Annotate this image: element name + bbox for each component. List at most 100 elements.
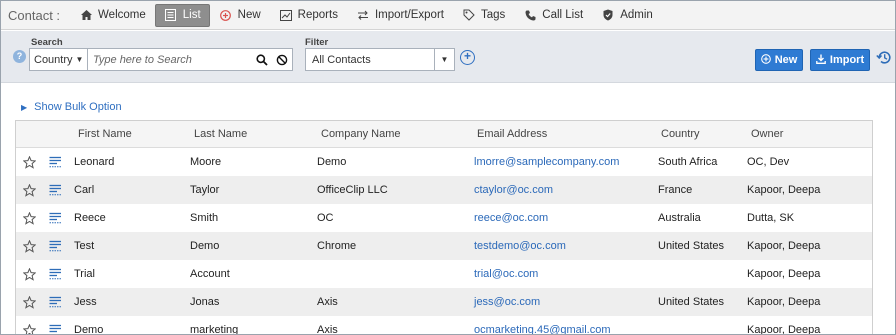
new-contact-button[interactable]: New [755, 49, 803, 71]
cell-country: United States [658, 240, 725, 252]
cell-country: United States [658, 296, 725, 308]
cell-email-address[interactable]: ctaylor@oc.com [474, 176, 553, 204]
nav-welcome-label: Welcome [98, 9, 146, 21]
column-header-first-name[interactable]: First Name [78, 121, 132, 147]
cell-company-name: OC [317, 212, 334, 224]
plus-circle-icon [219, 9, 233, 21]
cell-first-name: Reece [74, 212, 106, 224]
cell-company-name: Demo [317, 156, 347, 168]
nav-call-list[interactable]: Call List [514, 4, 592, 27]
nav-list-label: List [182, 9, 201, 21]
bulk-option-label: Show Bulk Option [34, 101, 122, 113]
cell-email-address[interactable]: ocmarketing.45@gmail.com [474, 316, 611, 334]
details-icon[interactable] [48, 176, 62, 204]
cell-email-address[interactable]: trial@oc.com [474, 260, 538, 288]
nav-list[interactable]: List [154, 3, 210, 27]
cell-first-name: Carl [74, 184, 95, 196]
caret-down-icon: ▼ [75, 55, 84, 64]
table-row[interactable]: Carl Taylor OfficeClip LLC ctaylor@oc.com Fr… [16, 176, 872, 204]
plus-circle-icon [760, 53, 771, 67]
cell-company-name: Chrome [317, 240, 357, 252]
filter-select[interactable]: All Contacts ▼ [305, 48, 455, 71]
cell-country: South Africa [658, 156, 718, 168]
module-title: Contact : [8, 7, 61, 23]
cell-owner: Kapoor, Deepa [747, 296, 821, 308]
star-icon[interactable] [22, 288, 36, 316]
star-icon[interactable] [22, 176, 36, 204]
table-row[interactable]: Trial Account trial@oc.com Kapoor, Deepa [16, 260, 872, 288]
clear-search-icon[interactable] [272, 54, 292, 66]
column-header-company-name[interactable]: Company Name [321, 121, 400, 147]
star-icon[interactable] [22, 260, 36, 288]
contact-list-window: Contact : Welcome List New Reports Impor… [0, 0, 896, 335]
caret-down-icon: ▼ [434, 49, 454, 70]
table-header-row: First Name Last Name Company Name Email … [16, 121, 872, 148]
cell-company-name: Axis [317, 324, 338, 335]
nav-import-export[interactable]: Import/Export [347, 4, 453, 27]
details-icon[interactable] [48, 148, 62, 176]
add-filter-icon[interactable]: + [460, 50, 475, 65]
details-icon[interactable] [48, 232, 62, 260]
nav-new[interactable]: New [210, 4, 270, 27]
shield-icon [601, 9, 615, 21]
nav-tags-label: Tags [480, 9, 506, 21]
cell-last-name: Demo [190, 240, 220, 252]
cell-first-name: Leonard [74, 156, 115, 168]
star-icon[interactable] [22, 204, 36, 232]
cell-last-name: Smith [190, 212, 219, 224]
nav-welcome[interactable]: Welcome [70, 4, 155, 27]
star-icon[interactable] [22, 148, 36, 176]
filter-label: Filter [305, 37, 329, 48]
nav-reports-label: Reports [297, 9, 338, 21]
star-icon[interactable] [22, 232, 36, 260]
nav-call-list-label: Call List [542, 9, 584, 21]
table-row[interactable]: Test Demo Chrome testdemo@oc.com United Stat… [16, 232, 872, 260]
cell-last-name: Account [190, 268, 230, 280]
phone-icon [523, 10, 537, 21]
cell-last-name: Taylor [190, 184, 220, 196]
cell-first-name: Test [74, 240, 95, 252]
cell-company-name: OfficeClip LLC [317, 184, 388, 196]
table-row[interactable]: Leonard Moore Demo lmorre@samplecompany.com… [16, 148, 872, 176]
cell-owner: Kapoor, Deepa [747, 268, 821, 280]
cell-email-address[interactable]: reece@oc.com [474, 204, 548, 232]
new-button-label: New [774, 54, 798, 66]
cell-owner: Dutta, SK [747, 212, 795, 224]
home-icon [79, 10, 93, 20]
star-icon[interactable] [22, 316, 36, 334]
column-header-country[interactable]: Country [661, 121, 700, 147]
cell-email-address[interactable]: jess@oc.com [474, 288, 540, 316]
cell-country: France [658, 184, 693, 196]
history-icon[interactable] [876, 50, 892, 68]
cell-email-address[interactable]: testdemo@oc.com [474, 232, 566, 260]
table-row[interactable]: Jess Jonas Axis jess@oc.com United States Kap… [16, 288, 872, 316]
search-field-value: Country [34, 53, 73, 66]
details-icon[interactable] [48, 204, 62, 232]
import-button[interactable]: Import [810, 49, 870, 71]
search-icon[interactable] [252, 53, 272, 66]
column-header-last-name[interactable]: Last Name [194, 121, 247, 147]
cell-country: Australia [658, 212, 701, 224]
chart-icon [279, 9, 293, 21]
column-header-owner[interactable]: Owner [751, 121, 783, 147]
cell-email-address[interactable]: lmorre@samplecompany.com [474, 148, 619, 176]
column-header-email-address[interactable]: Email Address [477, 121, 547, 147]
nav-admin-label: Admin [620, 9, 653, 21]
search-input[interactable] [88, 49, 252, 70]
details-icon[interactable] [48, 288, 62, 316]
tag-icon [462, 9, 476, 21]
table-row[interactable]: Demo marketing Axis ocmarketing.45@gmail.co… [16, 316, 872, 335]
search-field-select[interactable]: Country ▼ [30, 49, 88, 70]
nav-admin[interactable]: Admin [592, 4, 662, 27]
table-row[interactable]: Reece Smith OC reece@oc.com Australia Dutta, … [16, 204, 872, 232]
import-button-label: Import [829, 54, 865, 66]
search-box: Country ▼ [29, 48, 293, 71]
nav-reports[interactable]: Reports [270, 4, 347, 27]
details-icon[interactable] [48, 260, 62, 288]
cell-last-name: Jonas [190, 296, 220, 308]
details-icon[interactable] [48, 316, 62, 334]
transfer-icon [356, 10, 370, 20]
help-icon[interactable]: ? [13, 50, 26, 63]
nav-tags[interactable]: Tags [453, 4, 514, 27]
show-bulk-option-link[interactable]: ▶ Show Bulk Option [21, 101, 122, 113]
